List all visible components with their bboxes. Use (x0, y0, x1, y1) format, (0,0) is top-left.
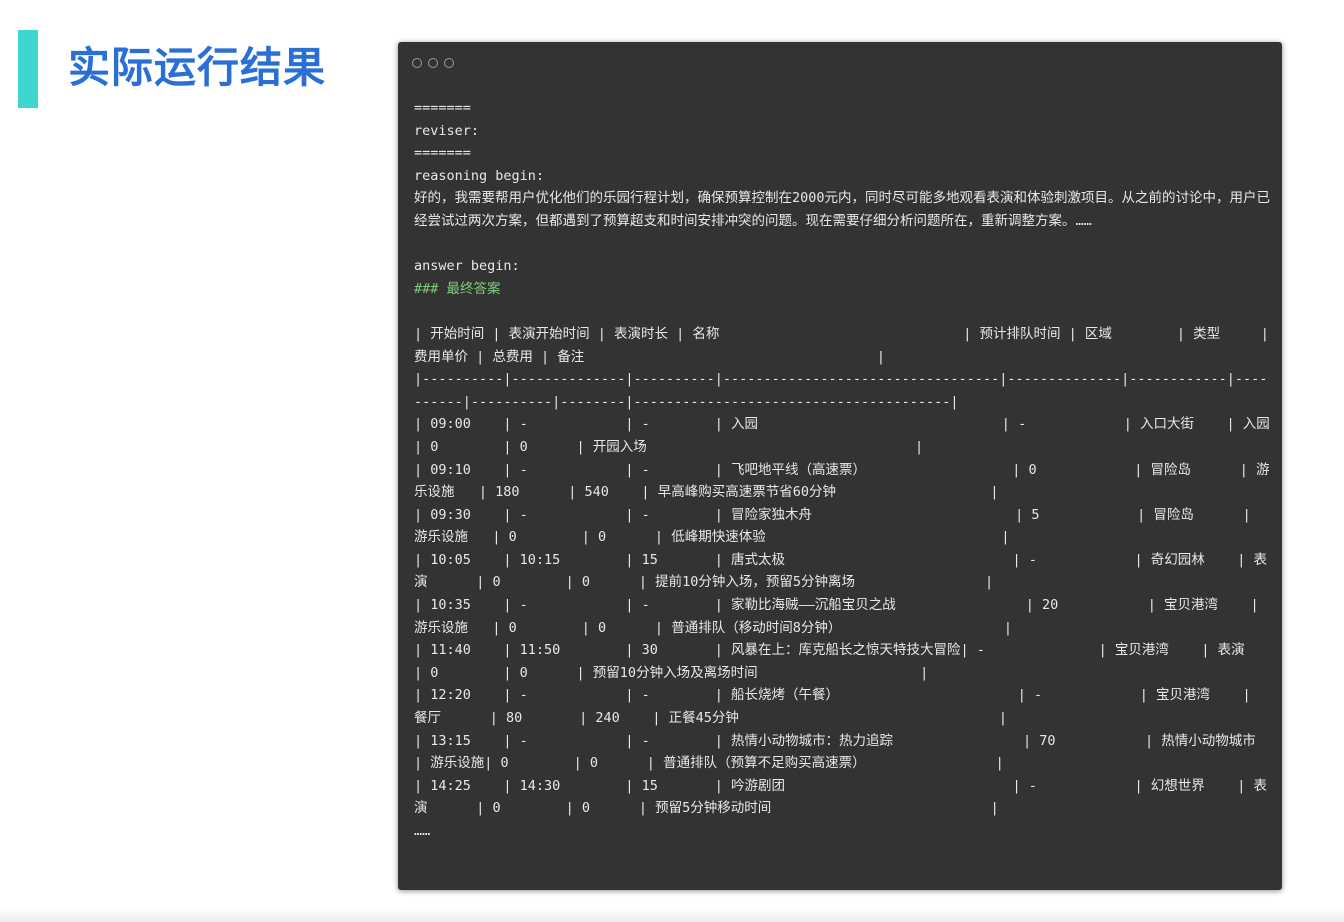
terminal-line: | 11:40 | 11:50 | 30 | 风暴在上：库克船长之惊天特技大冒险… (414, 642, 1245, 681)
terminal-line: | 10:05 | 10:15 | 15 | 唐式太极 | - | 奇幻园林 |… (414, 551, 1267, 591)
terminal-line: answer begin: (414, 258, 520, 275)
page-bottom-edge (0, 908, 1344, 922)
terminal-window: ======= reviser: ======= reasoning begin: 好的… (398, 42, 1282, 890)
terminal-line: | 13:15 | - | - | 热情小动物城市：热力追踪 | 70 | 热情… (414, 732, 1264, 772)
terminal-line: 好的，我需要帮用户优化他们的乐园行程计划，确保预算控制在2000元内，同时尽可能… (414, 190, 1271, 229)
terminal-line: | 09:10 | - | - | 飞吧地平线（高速票） | 0 | 冒险岛 |… (414, 461, 1270, 501)
close-icon[interactable] (412, 58, 422, 68)
terminal-line: ======= (414, 145, 471, 162)
terminal-line: ======= (414, 100, 471, 116)
title-accent-bar (18, 30, 38, 108)
minimize-icon[interactable] (428, 58, 438, 68)
terminal-line: | 14:25 | 14:30 | 15 | 吟游剧团 | - | 幻想世界 |… (414, 777, 1267, 817)
terminal-line: | 12:20 | - | - | 船长烧烤（午餐） | - | 宝贝港湾 | … (414, 687, 1259, 727)
terminal-output: ======= reviser: ======= reasoning begin: 好的… (414, 97, 1270, 843)
terminal-line: |----------|--------------|----------|--… (414, 371, 1268, 410)
terminal-line: …… (414, 823, 431, 839)
window-controls (412, 58, 454, 68)
terminal-line: reviser: (414, 122, 480, 139)
terminal-line: ### 最终答案 (414, 280, 501, 297)
terminal-line: | 09:00 | - | - | 入园 | - | 入口大街 | 入园 | 0… (414, 416, 1270, 455)
terminal-line: reasoning begin: (414, 167, 545, 184)
terminal-line: | 09:30 | - | - | 冒险家独木舟 | 5 | 冒险岛 | 游乐设… (414, 506, 1259, 546)
zoom-icon[interactable] (444, 58, 454, 68)
terminal-line: | 10:35 | - | - | 家勒比海贼——沉船宝贝之战 | 20 | 宝… (414, 597, 1267, 636)
slide-title: 实际运行结果 (68, 43, 327, 92)
terminal-line: | 开始时间 | 表演开始时间 | 表演时长 | 名称 | 预计排队时间 | 区… (414, 325, 1278, 365)
